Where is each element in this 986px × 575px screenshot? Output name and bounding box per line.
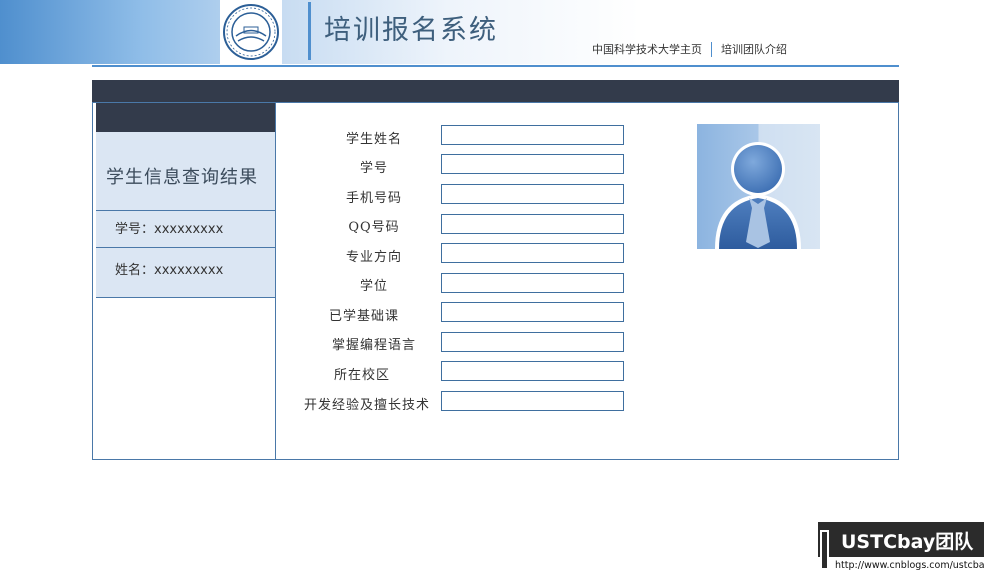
footer-url-text: http://www.cnblogs.com/ustcbay/ — [835, 560, 984, 571]
phone-input[interactable] — [441, 184, 624, 204]
student-name-input[interactable] — [441, 125, 624, 145]
student-name-value: xxxxxxxxx — [154, 263, 224, 278]
sidebar-divider — [96, 247, 275, 248]
label-qq: QQ号码 — [348, 220, 400, 235]
courses-input[interactable] — [441, 302, 624, 322]
sidebar-divider — [96, 297, 275, 298]
label-student-name: 学生姓名 — [345, 132, 402, 147]
top-dark-bar — [92, 80, 899, 102]
degree-input[interactable] — [441, 273, 624, 293]
sidebar-title: 学生信息查询结果 — [106, 167, 258, 188]
nav-separator — [711, 41, 712, 57]
nav-link-ustc-home[interactable]: 中国科学技术大学主页 — [592, 41, 702, 57]
label-student-id: 学号 — [359, 161, 388, 176]
app-title: 培训报名系统 — [324, 15, 498, 46]
university-seal-icon — [223, 4, 279, 60]
student-name-label: 姓名： — [115, 263, 155, 278]
label-languages: 掌握编程语言 — [331, 338, 416, 353]
sidebar: 学生信息查询结果 学号：xxxxxxxxx 姓名：xxxxxxxxx — [93, 103, 276, 459]
label-courses: 已学基础课 — [328, 309, 399, 324]
user-avatar-icon[interactable] — [697, 124, 820, 249]
qq-input[interactable] — [441, 214, 624, 234]
major-input[interactable] — [441, 243, 624, 263]
sidebar-row-student-name: 姓名：xxxxxxxxx — [115, 259, 223, 278]
sidebar-divider — [96, 210, 275, 211]
sidebar-info-block: 学生信息查询结果 学号：xxxxxxxxx 姓名：xxxxxxxxx — [96, 132, 275, 298]
ustcbay-team-logo: USTCbay团队 http://www.cnblogs.com/ustcbay… — [818, 522, 986, 571]
label-experience: 开发经验及擅长技术 — [303, 398, 430, 413]
label-campus: 所在校区 — [333, 368, 390, 383]
university-logo — [220, 0, 282, 64]
sidebar-header-bar — [96, 103, 275, 132]
label-major: 专业方向 — [345, 250, 402, 265]
student-id-input[interactable] — [441, 154, 624, 174]
student-id-label: 学号： — [115, 222, 155, 237]
top-nav: 中国科学技术大学主页 培训团队介绍 — [592, 41, 787, 57]
title-accent-bar — [308, 2, 311, 60]
campus-input[interactable] — [441, 361, 624, 381]
nav-link-team-intro[interactable]: 培训团队介绍 — [721, 41, 787, 57]
sidebar-row-student-id: 学号：xxxxxxxxx — [115, 218, 223, 237]
experience-input[interactable] — [441, 391, 624, 411]
header-divider — [92, 65, 899, 67]
header-band — [0, 0, 640, 64]
label-degree: 学位 — [359, 279, 388, 294]
footer-brand-text: USTCbay团队 — [841, 530, 974, 553]
label-phone: 手机号码 — [345, 191, 402, 206]
student-id-value: xxxxxxxxx — [154, 222, 224, 237]
languages-input[interactable] — [441, 332, 624, 352]
